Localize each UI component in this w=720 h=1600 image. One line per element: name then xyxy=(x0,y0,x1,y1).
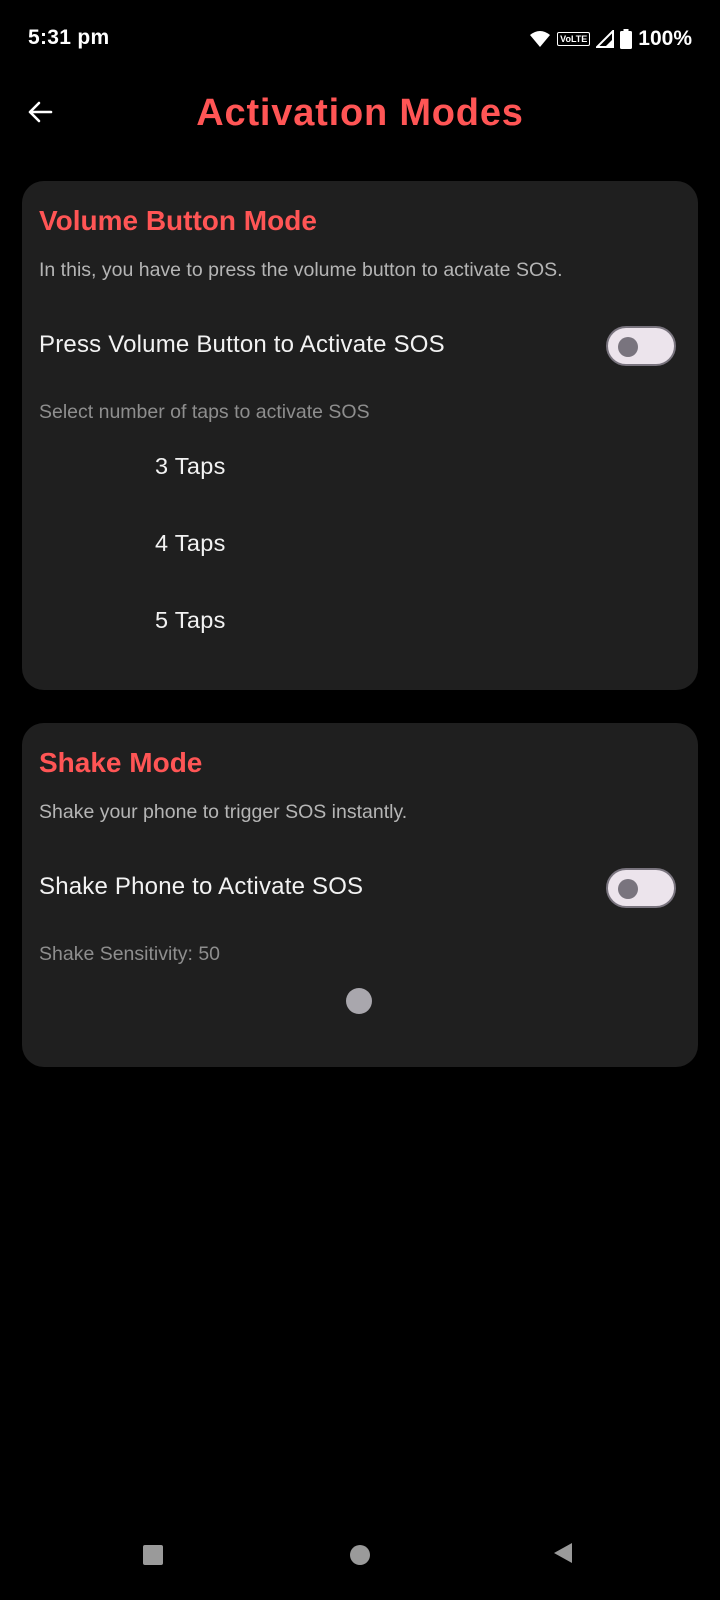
status-icons: VoLTE 100% xyxy=(529,26,692,52)
volume-button-mode-card: Volume Button Mode In this, you have to … xyxy=(22,181,698,690)
tap-option-5[interactable]: 5 Taps xyxy=(39,591,679,651)
tap-option-3[interactable]: 3 Taps xyxy=(39,437,679,497)
status-bar: 5:31 pm VoLTE 100% xyxy=(0,0,720,78)
taps-section-label: Select number of taps to activate SOS xyxy=(39,401,370,423)
recents-button[interactable] xyxy=(128,1530,178,1580)
slider-thumb[interactable] xyxy=(346,988,372,1014)
shake-sos-toggle-label: Shake Phone to Activate SOS xyxy=(39,873,364,900)
tap-option-label: 4 Taps xyxy=(155,530,226,556)
volume-sos-toggle-label: Press Volume Button to Activate SOS xyxy=(39,331,445,358)
shake-sensitivity-label: Shake Sensitivity: 50 xyxy=(39,943,221,965)
recents-icon xyxy=(143,1545,163,1565)
shake-mode-card: Shake Mode Shake your phone to trigger S… xyxy=(22,723,698,1067)
shake-sos-switch[interactable] xyxy=(606,868,676,908)
volume-sos-toggle-row[interactable]: Press Volume Button to Activate SOS xyxy=(22,316,698,376)
tap-option-4[interactable]: 4 Taps xyxy=(39,514,679,574)
switch-thumb xyxy=(618,879,638,899)
signal-icon xyxy=(596,30,615,48)
status-time: 5:31 pm xyxy=(28,26,110,49)
system-back-button[interactable] xyxy=(538,1530,588,1580)
page-title: Activation Modes xyxy=(196,92,524,134)
tap-option-label: 5 Taps xyxy=(155,607,226,633)
shake-mode-title: Shake Mode xyxy=(39,747,203,778)
battery-icon xyxy=(620,29,633,49)
volume-sos-switch[interactable] xyxy=(606,326,676,366)
shake-sensitivity-slider[interactable] xyxy=(39,981,679,1021)
switch-thumb xyxy=(618,337,638,357)
volte-icon: VoLTE xyxy=(557,32,591,46)
app-bar: Activation Modes xyxy=(0,78,720,152)
volume-mode-description: In this, you have to press the volume bu… xyxy=(39,259,563,281)
volume-mode-title: Volume Button Mode xyxy=(39,205,317,236)
wifi-icon xyxy=(529,30,551,48)
system-nav-bar xyxy=(0,1512,720,1600)
shake-sos-toggle-row[interactable]: Shake Phone to Activate SOS xyxy=(22,858,698,918)
home-button[interactable] xyxy=(335,1530,385,1580)
battery-percent: 100% xyxy=(638,27,692,50)
tap-option-label: 3 Taps xyxy=(155,453,226,479)
shake-mode-description: Shake your phone to trigger SOS instantl… xyxy=(39,801,408,823)
home-icon xyxy=(350,1545,370,1565)
back-icon xyxy=(553,1542,573,1569)
